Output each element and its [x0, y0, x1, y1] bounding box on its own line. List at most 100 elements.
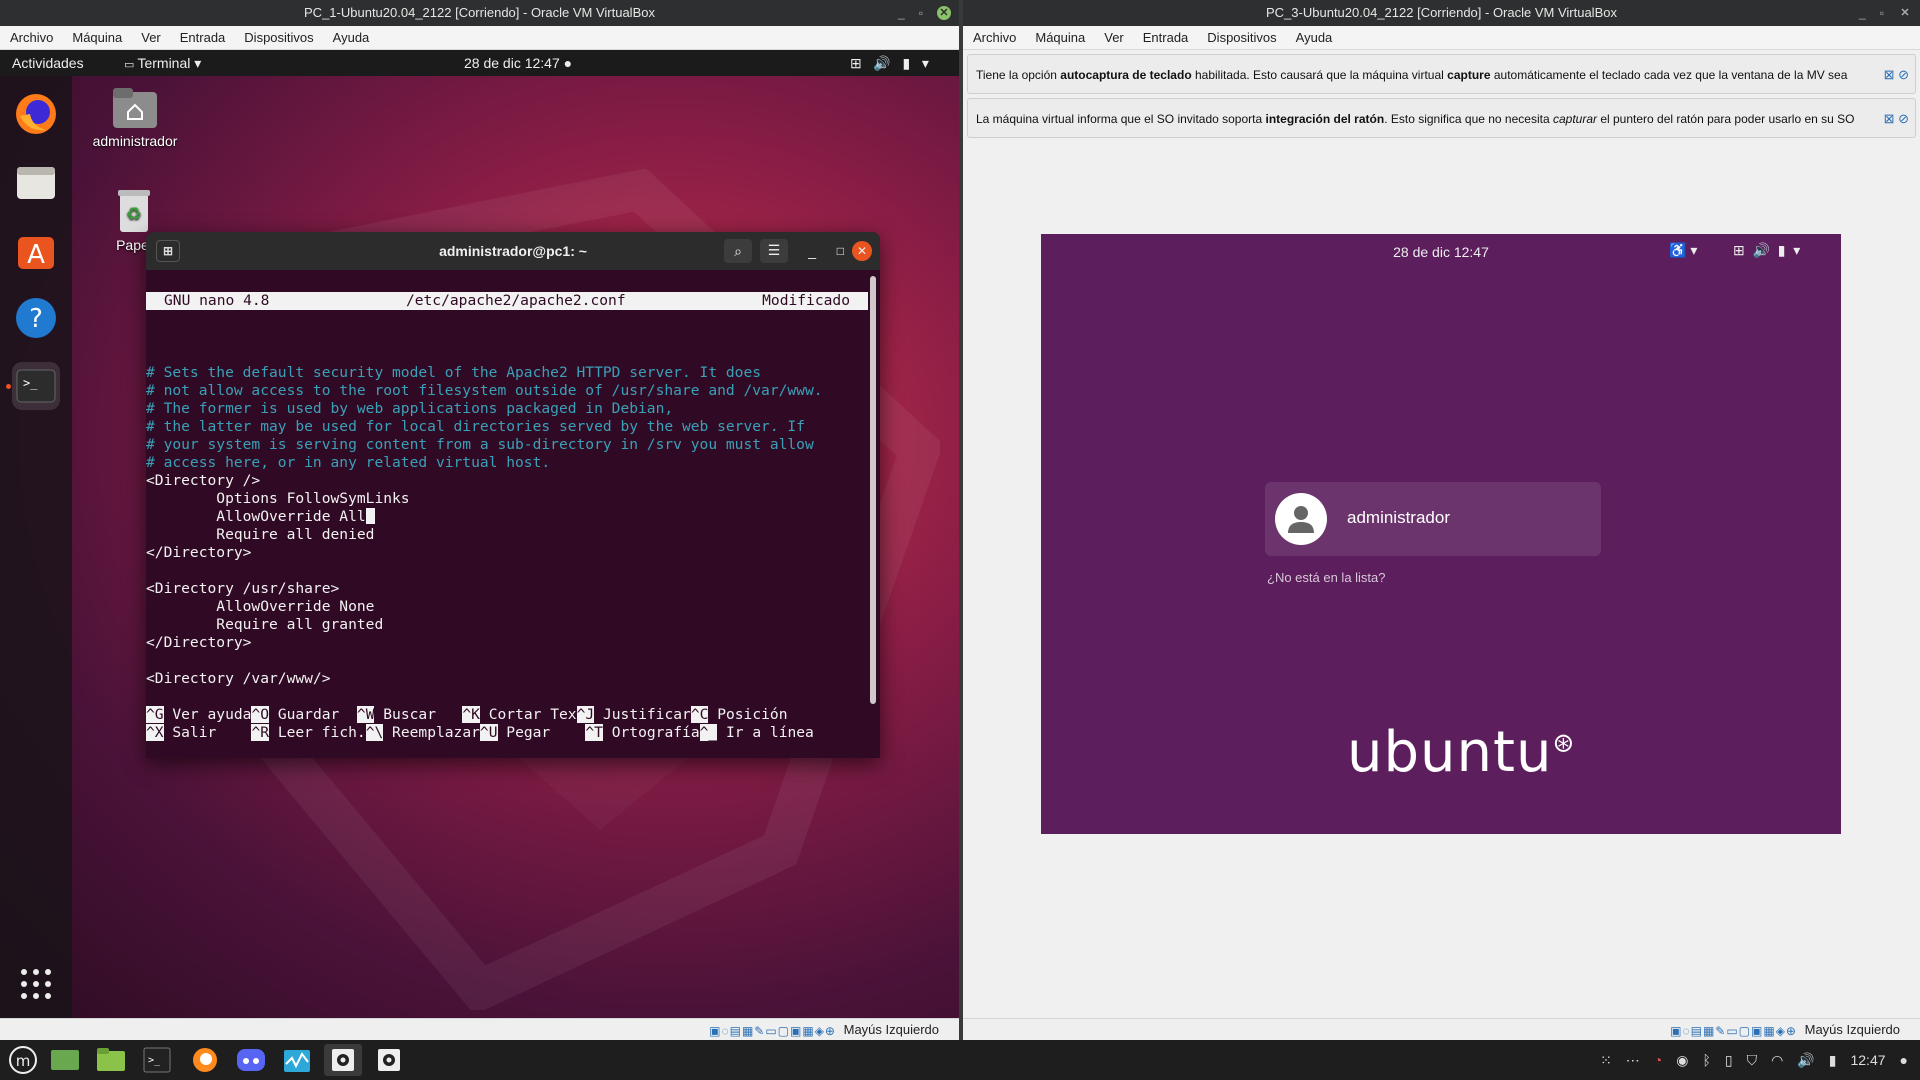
clock[interactable]: 28 de dic 12:47 ●	[464, 50, 572, 76]
system-tray[interactable]: ⊞ 🔊 ▮ ▾	[1733, 242, 1800, 259]
shortcut-label: Salir	[163, 724, 252, 741]
vm-title-bar[interactable]: PC_3-Ubuntu20.04_2122 [Corriendo] - Orac…	[963, 0, 1920, 26]
accessibility-menu[interactable]: ♿ ▾	[1669, 242, 1697, 259]
battery-icon[interactable]: ▮	[1829, 1052, 1837, 1069]
close-icon[interactable]: ✕	[1898, 6, 1912, 20]
ubuntu-logo: ubuntu⊛	[1347, 720, 1575, 785]
terminal-scrollbar[interactable]	[870, 276, 876, 704]
virtualbox-icon[interactable]	[324, 1044, 362, 1076]
vm-status-icons[interactable]: ▣◌▤▦✎▭▢▣▦◈⊕	[709, 1020, 836, 1040]
restore-icon[interactable]: ▫	[1880, 0, 1884, 26]
menu-entrada[interactable]: Entrada	[180, 26, 226, 49]
clipboard-icon[interactable]: ▯	[1725, 1052, 1733, 1069]
vm-title-bar[interactable]: PC_1-Ubuntu20.04_2122 [Corriendo] - Orac…	[0, 0, 959, 26]
discord-icon[interactable]	[232, 1044, 270, 1076]
hamburger-menu-icon[interactable]: ☰	[760, 239, 788, 263]
svg-text:>_: >_	[23, 376, 38, 390]
running-indicator-icon	[6, 384, 11, 389]
bluetooth-icon[interactable]: ᛒ	[1702, 1052, 1710, 1068]
menu-ver[interactable]: Ver	[1104, 26, 1124, 49]
more-icon[interactable]: ⋯	[1626, 1052, 1640, 1069]
guest-screen-pc1[interactable]: Actividades ▭ Terminal ▾ 28 de dic 12:47…	[0, 50, 959, 1018]
not-listed-link[interactable]: ¿No está en la lista?	[1267, 570, 1386, 585]
terminal-header[interactable]: ⊞ administrador@pc1: ~ ⌕ ☰ _ □ ✕	[146, 232, 880, 270]
menu-maquina[interactable]: Máquina	[1035, 26, 1085, 49]
menu-maquina[interactable]: Máquina	[72, 26, 122, 49]
vm-statusbar: ▣◌▤▦✎▭▢▣▦◈⊕ Mayús Izquierdo	[0, 1018, 959, 1040]
minimize-icon[interactable]: _	[808, 232, 816, 270]
svg-text:A: A	[27, 240, 45, 270]
timeshift-icon[interactable]: ◔	[1654, 1052, 1662, 1068]
files-icon[interactable]	[92, 1044, 130, 1076]
minimize-icon[interactable]: _	[898, 0, 905, 26]
taskbar-clock[interactable]: 12:47	[1850, 1052, 1885, 1068]
menu-dispositivos[interactable]: Dispositivos	[1207, 26, 1276, 49]
vm-title: PC_1-Ubuntu20.04_2122 [Corriendo] - Orac…	[304, 5, 655, 20]
terminal-icon[interactable]: >_	[12, 362, 60, 410]
notice-actions: ⊠ ⊘	[1884, 99, 1909, 137]
minimize-icon[interactable]: _	[1859, 0, 1866, 26]
firefox-icon[interactable]	[186, 1044, 224, 1076]
shortcut-label: Ir a línea	[717, 724, 814, 741]
mute-notice-icon[interactable]: ⊘	[1898, 67, 1909, 82]
nano-state: Modificado	[762, 292, 850, 309]
menu-entrada[interactable]: Entrada	[1143, 26, 1189, 49]
mint-menu-icon[interactable]: m	[4, 1044, 42, 1076]
system-tray[interactable]: ⊞ 🔊 ▮ ▾	[850, 50, 929, 76]
nano-editor[interactable]: GNU nano 4.8/etc/apache2/apache2.conf Mod…	[146, 270, 880, 758]
firefox-icon[interactable]	[12, 90, 60, 138]
app-menu[interactable]: ▭ Terminal ▾	[124, 50, 201, 78]
software-icon[interactable]: A	[12, 226, 60, 274]
menu-archivo[interactable]: Archivo	[10, 26, 53, 49]
activities-button[interactable]: Actividades	[12, 50, 84, 76]
menu-ver[interactable]: Ver	[141, 26, 161, 49]
notice-text-bold: capture	[1447, 68, 1491, 82]
notice-text: La máquina virtual informa que el SO inv…	[976, 112, 1266, 126]
help-icon[interactable]: ?	[12, 294, 60, 342]
shortcut-key: ^T	[585, 724, 603, 741]
user-icon	[1288, 506, 1314, 533]
apps-grid-icon[interactable]: ⁙	[1600, 1052, 1612, 1069]
restore-icon[interactable]: ▫	[919, 0, 923, 26]
desktop-home-folder[interactable]: administrador	[80, 86, 190, 149]
show-apps-icon[interactable]	[12, 960, 60, 1008]
vm-window-pc1[interactable]: PC_1-Ubuntu20.04_2122 [Corriendo] - Orac…	[0, 0, 959, 1040]
shield-icon[interactable]: ⛉	[1747, 1052, 1758, 1069]
mute-notice-icon[interactable]: ⊘	[1898, 111, 1909, 126]
close-icon[interactable]: ✕	[937, 6, 951, 20]
maximize-icon[interactable]: □	[837, 232, 844, 270]
wifi-icon[interactable]: ◠	[1771, 1052, 1783, 1069]
menu-ayuda[interactable]: Ayuda	[333, 26, 370, 49]
close-notice-icon[interactable]: ⊠	[1884, 67, 1895, 82]
guest-screen-pc3[interactable]: 28 de dic 12:47 ♿ ▾ ⊞ 🔊 ▮ ▾ administrado…	[1041, 234, 1841, 834]
terminal-icon[interactable]: >_	[138, 1044, 176, 1076]
show-desktop-icon[interactable]	[46, 1044, 84, 1076]
search-icon[interactable]: ⌕	[724, 239, 752, 263]
notice-text-bold: autocaptura de teclado	[1060, 68, 1192, 82]
notice-actions: ⊠ ⊘	[1884, 55, 1909, 93]
menu-archivo[interactable]: Archivo	[973, 26, 1016, 49]
vm-window-pc3[interactable]: PC_3-Ubuntu20.04_2122 [Corriendo] - Orac…	[963, 0, 1920, 1040]
terminal-title: administrador@pc1: ~	[439, 243, 587, 259]
battery-icon: ▮	[1777, 242, 1786, 258]
chevron-down-icon: ▾	[194, 55, 202, 71]
monitor-icon[interactable]	[278, 1044, 316, 1076]
close-icon[interactable]: ✕	[852, 241, 872, 261]
files-icon[interactable]	[12, 158, 60, 206]
system-tray: ⁙ ⋯ ◔ ◉ ᛒ ▯ ⛉ ◠ 🔊 ▮ 12:47 ●	[1600, 1040, 1908, 1080]
login-clock[interactable]: 28 de dic 12:47	[1041, 244, 1841, 260]
terminal-window[interactable]: ⊞ administrador@pc1: ~ ⌕ ☰ _ □ ✕ GNU nan…	[146, 232, 880, 758]
user-icon[interactable]: ●	[1900, 1052, 1908, 1068]
virtualbox-icon-2[interactable]	[370, 1044, 408, 1076]
vm-menubar: Archivo Máquina Ver Entrada Dispositivos…	[963, 26, 1920, 50]
close-notice-icon[interactable]: ⊠	[1884, 111, 1895, 126]
new-tab-icon[interactable]: ⊞	[156, 240, 180, 262]
user-entry[interactable]: administrador	[1265, 482, 1601, 556]
discord-tray-icon[interactable]: ◉	[1676, 1052, 1688, 1069]
volume-icon[interactable]: 🔊	[1797, 1052, 1814, 1069]
shortcut-label: Ver ayuda	[163, 706, 252, 723]
menu-dispositivos[interactable]: Dispositivos	[244, 26, 313, 49]
shortcut-label: Buscar	[374, 706, 463, 723]
vm-status-icons[interactable]: ▣◌▤▦✎▭▢▣▦◈⊕	[1670, 1020, 1797, 1040]
menu-ayuda[interactable]: Ayuda	[1296, 26, 1333, 49]
